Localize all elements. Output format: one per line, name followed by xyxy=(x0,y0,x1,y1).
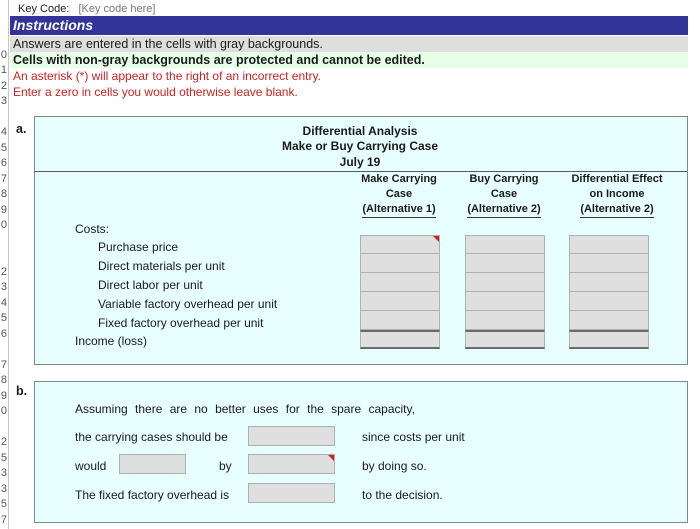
key-code: Key Code: [Key code here] xyxy=(18,3,156,15)
buy-column-cells xyxy=(465,235,545,349)
row-label-purchase-price: Purchase price xyxy=(98,240,179,254)
input-cell[interactable] xyxy=(465,235,545,254)
key-code-label: Key Code: xyxy=(18,3,70,15)
row-label-income-loss: Income (loss) xyxy=(75,334,148,348)
row-label-fixed-overhead: Fixed factory overhead per unit xyxy=(98,316,264,330)
comment-flag-icon xyxy=(433,236,439,242)
row-number: 3 xyxy=(0,482,7,495)
part-b-label: b. xyxy=(16,384,28,398)
row-number: 2 xyxy=(0,79,7,92)
row-number: 7 xyxy=(0,513,7,526)
input-cell[interactable] xyxy=(569,292,649,311)
column-header-line: on Income xyxy=(589,188,645,200)
column-header-make: Make Carrying Case (Alternative 1) xyxy=(357,172,441,218)
row-number: 4 xyxy=(0,296,7,309)
column-header-line: Make Carrying xyxy=(361,173,437,185)
by-doing-so-label: by doing so. xyxy=(362,459,427,473)
row-number: 8 xyxy=(0,188,7,200)
row-number: 2 xyxy=(0,436,7,448)
fixed-overhead-label: The fixed factory overhead is xyxy=(75,488,230,502)
by-amount-input[interactable] xyxy=(248,454,335,474)
column-header-line: Case xyxy=(490,188,518,200)
input-cell[interactable] xyxy=(360,311,440,330)
input-cell[interactable] xyxy=(465,311,545,330)
row-number: 0 xyxy=(0,219,7,231)
make-column-cells xyxy=(360,235,440,349)
row-number: 8 xyxy=(0,374,7,386)
column-header-line: (Alternative 2) xyxy=(467,202,541,218)
row-number: 6 xyxy=(0,327,7,340)
instruction-line: Enter a zero in cells you would otherwis… xyxy=(13,85,298,99)
row-number: 7 xyxy=(0,358,7,371)
row-number: 9 xyxy=(0,203,7,216)
since-costs-label: since costs per unit xyxy=(362,430,465,444)
row-number: 0 xyxy=(0,405,7,417)
column-header-line: Case xyxy=(385,188,413,200)
instructions-title: Instructions xyxy=(10,16,688,35)
input-cell[interactable] xyxy=(465,292,545,311)
to-the-decision-label: to the decision. xyxy=(362,488,443,502)
row-number: 7 xyxy=(0,172,7,185)
conclusion-panel: Assuming there are no better uses for th… xyxy=(34,381,688,523)
input-cell[interactable] xyxy=(360,273,440,292)
column-header-line: Differential Effect xyxy=(571,173,663,185)
would-input[interactable] xyxy=(119,454,186,474)
input-cell[interactable] xyxy=(360,292,440,311)
instruction-line: An asterisk (*) will appear to the right… xyxy=(13,69,321,83)
total-input-cell[interactable] xyxy=(465,330,545,349)
row-number: 9 xyxy=(0,389,7,402)
input-cell[interactable] xyxy=(360,254,440,273)
row-label-variable-overhead: Variable factory overhead per unit xyxy=(98,297,278,311)
analysis-date: July 19 xyxy=(339,155,381,169)
instruction-line: Cells with non-gray backgrounds are prot… xyxy=(10,52,688,68)
differential-analysis-panel: Differential Analysis Make or Buy Carryi… xyxy=(34,116,688,365)
column-header-line: Buy Carrying xyxy=(469,173,539,185)
column-header-buy: Buy Carrying Case (Alternative 2) xyxy=(462,172,546,218)
column-header-differential: Differential Effect on Income (Alternati… xyxy=(557,172,677,218)
row-number: 5 xyxy=(0,312,7,324)
row-number: 0 xyxy=(0,48,7,61)
row-number: 6 xyxy=(0,157,7,169)
row-number: 4 xyxy=(0,126,7,138)
input-cell[interactable] xyxy=(569,273,649,292)
row-number: 5 xyxy=(0,141,7,154)
would-label: would xyxy=(75,459,107,473)
input-cell[interactable] xyxy=(360,235,440,254)
part-a-label: a. xyxy=(16,122,27,136)
input-cell[interactable] xyxy=(569,311,649,330)
should-be-label: the carrying cases should be xyxy=(75,430,228,444)
input-cell[interactable] xyxy=(569,235,649,254)
total-input-cell[interactable] xyxy=(569,330,649,349)
row-number: 3 xyxy=(0,95,7,107)
input-cell[interactable] xyxy=(465,273,545,292)
row-number: 3 xyxy=(0,467,7,479)
row-number: 5 xyxy=(0,451,7,464)
input-cell[interactable] xyxy=(465,254,545,273)
by-label: by xyxy=(219,459,232,473)
overhead-is-input[interactable] xyxy=(248,483,335,503)
row-number-strip: 0 1 2 3 4 5 6 7 8 9 0 2 3 4 5 6 7 8 9 0 2 5 3 3 5 7 xyxy=(0,0,9,529)
row-label-direct-labor: Direct labor per unit xyxy=(98,278,203,292)
instruction-line: Answers are entered in the cells with gr… xyxy=(10,36,688,52)
assumption-sentence: Assuming there are no better uses for th… xyxy=(75,402,415,416)
row-number: 1 xyxy=(0,64,7,76)
column-header-line: (Alternative 1) xyxy=(362,202,436,218)
row-label-direct-materials: Direct materials per unit xyxy=(98,259,225,273)
should-be-input[interactable] xyxy=(248,426,335,446)
row-number: 2 xyxy=(0,265,7,278)
column-header-line: (Alternative 2) xyxy=(580,202,654,218)
comment-flag-icon xyxy=(328,455,334,461)
analysis-title: Differential Analysis xyxy=(302,124,418,138)
row-number: 5 xyxy=(0,498,7,510)
analysis-subtitle: Make or Buy Carrying Case xyxy=(281,139,439,153)
row-number: 3 xyxy=(0,281,7,293)
input-cell[interactable] xyxy=(569,254,649,273)
total-input-cell[interactable] xyxy=(360,330,440,349)
costs-label: Costs: xyxy=(75,222,110,236)
key-code-value: [Key code here] xyxy=(78,3,156,15)
differential-column-cells xyxy=(569,235,649,349)
